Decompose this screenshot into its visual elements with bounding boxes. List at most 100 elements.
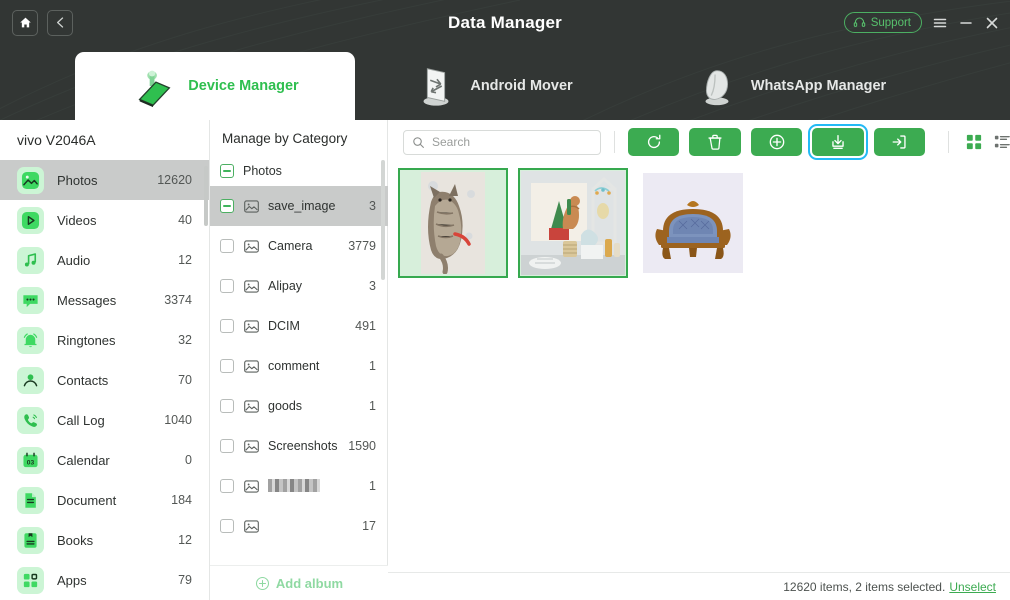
content-area — [388, 120, 1010, 600]
album-checkbox[interactable] — [220, 199, 234, 213]
refresh-button[interactable] — [627, 128, 680, 156]
album-panel: Manage by Category Photos save_image 3 C… — [210, 120, 388, 600]
trash-icon — [708, 134, 722, 150]
sidebar-item-label: Document — [57, 492, 117, 508]
sidebar-item-label: Photos — [57, 172, 98, 188]
album-row[interactable]: save_image 3 — [210, 186, 388, 226]
album-name: comment — [268, 359, 320, 373]
album-count: 1 — [369, 399, 376, 413]
christmas-tapestry-photo[interactable] — [518, 168, 628, 278]
album-row[interactable]: Alipay 3 — [210, 266, 388, 306]
album-row[interactable]: comment 1 — [210, 346, 388, 386]
sidebar-item-books[interactable]: Books 12 — [0, 520, 209, 560]
import-button[interactable] — [873, 128, 926, 156]
hamburger-menu-icon — [933, 18, 947, 27]
sidebar-item-label: Call Log — [57, 412, 105, 428]
status-summary: 12620 items, 2 items selected. — [783, 579, 946, 594]
album-row[interactable]: DCIM 491 — [210, 306, 388, 346]
album-row[interactable]: goods 1 — [210, 386, 388, 426]
album-row-photos-root[interactable]: Photos — [210, 156, 388, 186]
sidebar-item-document[interactable]: Document 184 — [0, 480, 209, 520]
unselect-link[interactable]: Unselect — [949, 580, 996, 594]
thumbnail-image — [521, 171, 625, 275]
album-name: save_image — [268, 199, 336, 213]
tab-label: Device Manager — [188, 78, 299, 94]
album-checkbox[interactable] — [220, 439, 234, 453]
refresh-icon — [647, 134, 661, 149]
sidebar-item-count: 40 — [178, 213, 192, 227]
album-row-partial[interactable]: 17 — [210, 506, 388, 546]
album-count: 1 — [369, 479, 376, 493]
sidebar-item-ringtones[interactable]: Ringtones 32 — [0, 320, 209, 360]
apps-icon — [17, 566, 44, 594]
list-view-icon[interactable] — [994, 134, 1010, 150]
album-scrollbar[interactable] — [381, 160, 385, 280]
tab-label: Android Mover — [470, 78, 573, 94]
sidebar-item-audio[interactable]: Audio 12 — [0, 240, 209, 280]
tab-android-mover[interactable]: Android Mover — [368, 52, 618, 120]
device-manager-icon — [138, 70, 171, 108]
sidebar-item-label: Ringtones — [57, 332, 116, 348]
album-panel-header: Manage by Category — [222, 130, 348, 146]
document-icon — [17, 486, 44, 514]
menu-button[interactable] — [932, 15, 948, 31]
grid-view-icon[interactable] — [966, 134, 982, 150]
sidebar-item-label: Audio — [57, 252, 91, 268]
sidebar-item-count: 70 — [178, 373, 192, 387]
view-toggle-group — [966, 134, 1010, 150]
image-icon — [244, 199, 259, 213]
tab-whatsapp-manager[interactable]: WhatsApp Manager — [655, 52, 925, 120]
add-album-button[interactable]: Add album — [210, 565, 388, 600]
album-checkbox[interactable] — [220, 519, 234, 533]
add-album-label: Add album — [275, 575, 344, 591]
cat-on-bed-photo[interactable] — [398, 168, 508, 278]
minimize-button[interactable] — [958, 15, 974, 31]
sidebar-item-label: Books — [57, 532, 94, 548]
title-bar: Data Manager Support Device Manager Andr… — [0, 0, 1010, 120]
sidebar-item-call-log[interactable]: Call Log 1040 — [0, 400, 209, 440]
export-button[interactable] — [808, 124, 868, 160]
image-icon — [244, 239, 259, 253]
delete-button[interactable] — [689, 128, 741, 156]
sidebar-item-messages[interactable]: Messages 3374 — [0, 280, 209, 320]
module-tabs: Device Manager Android Mover WhatsApp Ma… — [0, 52, 1010, 120]
image-icon — [244, 399, 259, 413]
album-list: Photos save_image 3 Camera 3779 Alipay 3… — [210, 156, 388, 565]
blue-antique-sofa-photo[interactable] — [638, 168, 748, 278]
album-row[interactable]: Screenshots 1590 — [210, 426, 388, 466]
album-checkbox[interactable] — [220, 479, 234, 493]
album-checkbox[interactable] — [220, 164, 234, 178]
album-name: goods — [268, 399, 303, 413]
album-checkbox[interactable] — [220, 319, 234, 333]
books-icon — [17, 526, 44, 554]
search-box[interactable] — [403, 129, 601, 155]
add-button[interactable] — [750, 128, 803, 156]
search-input[interactable] — [432, 135, 592, 149]
sidebar-item-label: Contacts — [57, 372, 109, 388]
sidebar-scrollbar[interactable] — [204, 166, 208, 226]
album-count: 3 — [369, 279, 376, 293]
sidebar-item-apps[interactable]: Apps 79 — [0, 560, 209, 600]
album-checkbox[interactable] — [220, 279, 234, 293]
album-checkbox[interactable] — [220, 399, 234, 413]
sidebar-item-label: Apps — [57, 572, 87, 588]
album-name: Screenshots — [268, 439, 338, 453]
tab-device-manager[interactable]: Device Manager — [75, 52, 355, 120]
sidebar-item-label: Messages — [57, 292, 117, 308]
album-name-redacted — [268, 479, 369, 493]
toolbar-divider — [614, 131, 615, 153]
album-row-redacted[interactable]: 1 — [210, 466, 388, 506]
window-controls: Support — [843, 0, 1000, 45]
album-checkbox[interactable] — [220, 239, 234, 253]
sidebar-item-contacts[interactable]: Contacts 70 — [0, 360, 209, 400]
album-row[interactable]: Camera 3779 — [210, 226, 388, 266]
sidebar-item-videos[interactable]: Videos 40 — [0, 200, 209, 240]
album-checkbox[interactable] — [220, 359, 234, 373]
tab-label: WhatsApp Manager — [750, 78, 887, 94]
album-count: 3779 — [348, 239, 376, 253]
svg-text:03: 03 — [27, 459, 35, 466]
sidebar-item-photos[interactable]: Photos 12620 — [0, 160, 209, 200]
support-button[interactable]: Support — [843, 12, 922, 33]
sidebar-item-calendar[interactable]: 03 Calendar 0 — [0, 440, 209, 480]
close-button[interactable] — [984, 15, 1000, 31]
